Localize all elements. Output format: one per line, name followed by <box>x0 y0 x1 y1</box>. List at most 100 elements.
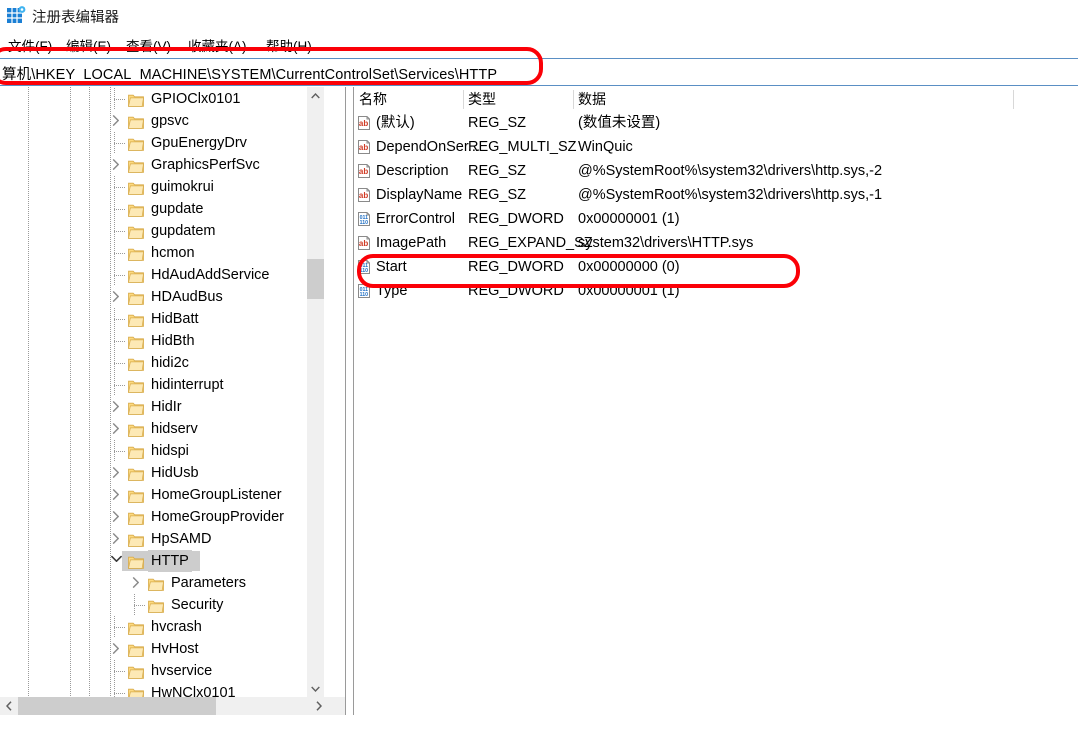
scroll-up-arrow-icon[interactable] <box>307 87 324 104</box>
tree-item-hidspi[interactable]: hidspi <box>0 440 345 462</box>
pane-splitter[interactable] <box>345 87 354 715</box>
tree-item-gpsvc[interactable]: gpsvc <box>0 110 345 132</box>
folder-icon <box>128 422 144 436</box>
column-divider[interactable] <box>1013 90 1014 109</box>
scroll-right-arrow-icon[interactable] <box>310 697 328 715</box>
value-type: REG_SZ <box>468 183 526 207</box>
svg-text:ab: ab <box>359 119 368 128</box>
menu-item-file[interactable]: 文件(F) <box>6 34 54 56</box>
registry-value-row[interactable]: abDescriptionREG_SZ@%SystemRoot%\system3… <box>354 159 1078 183</box>
menu-item-help[interactable]: 帮助(H) <box>264 34 314 56</box>
tree-item-label: hidspi <box>148 440 192 462</box>
value-name: Description <box>376 159 449 183</box>
tree-vertical-scrollbar-thumb[interactable] <box>307 259 324 299</box>
column-header-name[interactable]: 名称 <box>354 87 463 111</box>
tree-connector <box>114 363 126 364</box>
tree-item-homegroupprovider[interactable]: HomeGroupProvider <box>0 506 345 528</box>
registry-values-pane[interactable]: 名称类型数据 ab(默认)REG_SZ(数值未设置)abDependOnSer.… <box>354 87 1078 715</box>
menu-item-edit[interactable]: 编辑(E) <box>64 34 113 56</box>
registry-tree-pane[interactable]: GPIOClx0101gpsvcGpuEnergyDrvGraphicsPerf… <box>0 87 345 715</box>
tree-item-hvcrash[interactable]: hvcrash <box>0 616 345 638</box>
chevron-right-icon[interactable] <box>108 110 124 132</box>
tree-item-hvservice[interactable]: hvservice <box>0 660 345 682</box>
tree-item-graphicsperfsvc[interactable]: GraphicsPerfSvc <box>0 154 345 176</box>
menu-bar: 文件(F) 编辑(E) 查看(V) 收藏夹(A) 帮助(H) <box>0 32 1078 54</box>
tree-connector <box>114 253 126 254</box>
tree-connector-vertical <box>114 264 115 286</box>
chevron-right-icon[interactable] <box>108 506 124 528</box>
string-value-icon: ab <box>356 235 372 251</box>
registry-value-row[interactable]: abDependOnSer...REG_MULTI_SZWinQuic <box>354 135 1078 159</box>
tree-connector <box>114 385 126 386</box>
list-column-header: 名称类型数据 <box>354 87 1078 111</box>
column-header-data[interactable]: 数据 <box>573 87 1013 111</box>
svg-text:ab: ab <box>359 191 368 200</box>
tree-item-guimokrui[interactable]: guimokrui <box>0 176 345 198</box>
dword-value-icon: 011110 <box>356 259 372 275</box>
registry-value-row[interactable]: 011110TypeREG_DWORD0x00000001 (1) <box>354 279 1078 303</box>
tree-item-hidinterrupt[interactable]: hidinterrupt <box>0 374 345 396</box>
tree-item-gpuenergydrv[interactable]: GpuEnergyDrv <box>0 132 345 154</box>
registry-value-row[interactable]: abImagePathREG_EXPAND_SZsystem32\drivers… <box>354 231 1078 255</box>
chevron-right-icon[interactable] <box>108 396 124 418</box>
tree-item-hidusb[interactable]: HidUsb <box>0 462 345 484</box>
registry-value-row[interactable]: abDisplayNameREG_SZ@%SystemRoot%\system3… <box>354 183 1078 207</box>
chevron-right-icon[interactable] <box>128 572 144 594</box>
chevron-right-icon[interactable] <box>108 484 124 506</box>
chevron-right-icon[interactable] <box>108 462 124 484</box>
chevron-right-icon[interactable] <box>108 154 124 176</box>
registry-value-row[interactable]: 011110ErrorControlREG_DWORD0x00000001 (1… <box>354 207 1078 231</box>
tree-item-parameters[interactable]: Parameters <box>0 572 345 594</box>
scroll-down-arrow-icon[interactable] <box>307 680 324 697</box>
folder-icon <box>128 664 144 678</box>
dword-value-icon: 011110 <box>356 283 372 299</box>
tree-item-hvhost[interactable]: HvHost <box>0 638 345 660</box>
scroll-left-arrow-icon[interactable] <box>0 697 18 715</box>
folder-icon <box>128 158 144 172</box>
tree-item-label: Security <box>168 594 226 616</box>
tree-item-label: Parameters <box>168 572 249 594</box>
column-header-type[interactable]: 类型 <box>463 87 573 111</box>
tree-item-hidi2c[interactable]: hidi2c <box>0 352 345 374</box>
tree-item-http[interactable]: HTTP <box>0 550 345 572</box>
tree-item-hcmon[interactable]: hcmon <box>0 242 345 264</box>
tree-item-hdaudbus[interactable]: HDAudBus <box>0 286 345 308</box>
tree-item-homegrouplistener[interactable]: HomeGroupListener <box>0 484 345 506</box>
registry-value-row[interactable]: 011110StartREG_DWORD0x00000000 (0) <box>354 255 1078 279</box>
tree-horizontal-scrollbar[interactable] <box>0 697 328 715</box>
chevron-right-icon[interactable] <box>108 528 124 550</box>
column-divider[interactable] <box>573 90 574 109</box>
chevron-right-icon[interactable] <box>108 418 124 440</box>
tree-connector <box>114 275 126 276</box>
svg-text:110: 110 <box>360 268 368 274</box>
tree-item-hidserv[interactable]: hidserv <box>0 418 345 440</box>
column-divider[interactable] <box>463 90 464 109</box>
tree-horizontal-scrollbar-thumb[interactable] <box>18 697 216 715</box>
tree-item-gupdate[interactable]: gupdate <box>0 198 345 220</box>
tree-item-hidbatt[interactable]: HidBatt <box>0 308 345 330</box>
tree-item-hidbth[interactable]: HidBth <box>0 330 345 352</box>
tree-item-gupdatem[interactable]: gupdatem <box>0 220 345 242</box>
svg-text:ab: ab <box>359 239 368 248</box>
tree-item-label: HdAudAddService <box>148 264 273 286</box>
tree-connector <box>114 451 126 452</box>
folder-icon <box>128 268 144 282</box>
tree-item-security[interactable]: Security <box>0 594 345 616</box>
tree-item-hdaudaddservice[interactable]: HdAudAddService <box>0 264 345 286</box>
chevron-right-icon[interactable] <box>108 286 124 308</box>
tree-item-label: HomeGroupListener <box>148 484 285 506</box>
menu-item-view[interactable]: 查看(V) <box>124 34 173 56</box>
tree-item-hpsamd[interactable]: HpSAMD <box>0 528 345 550</box>
registry-value-row[interactable]: ab(默认)REG_SZ(数值未设置) <box>354 111 1078 135</box>
value-data: system32\drivers\HTTP.sys <box>578 231 753 255</box>
tree-item-hidir[interactable]: HidIr <box>0 396 345 418</box>
address-bar[interactable]: 算机\HKEY_LOCAL_MACHINE\SYSTEM\CurrentCont… <box>0 58 1078 86</box>
menu-item-favorites[interactable]: 收藏夹(A) <box>186 34 249 56</box>
folder-icon <box>128 488 144 502</box>
string-value-icon: ab <box>356 163 372 179</box>
window-title: 注册表编辑器 <box>32 6 119 27</box>
chevron-right-icon[interactable] <box>108 638 124 660</box>
tree-item-gpioclx0101[interactable]: GPIOClx0101 <box>0 88 345 110</box>
svg-text:110: 110 <box>360 292 368 298</box>
tree-vertical-scrollbar[interactable] <box>307 87 324 697</box>
